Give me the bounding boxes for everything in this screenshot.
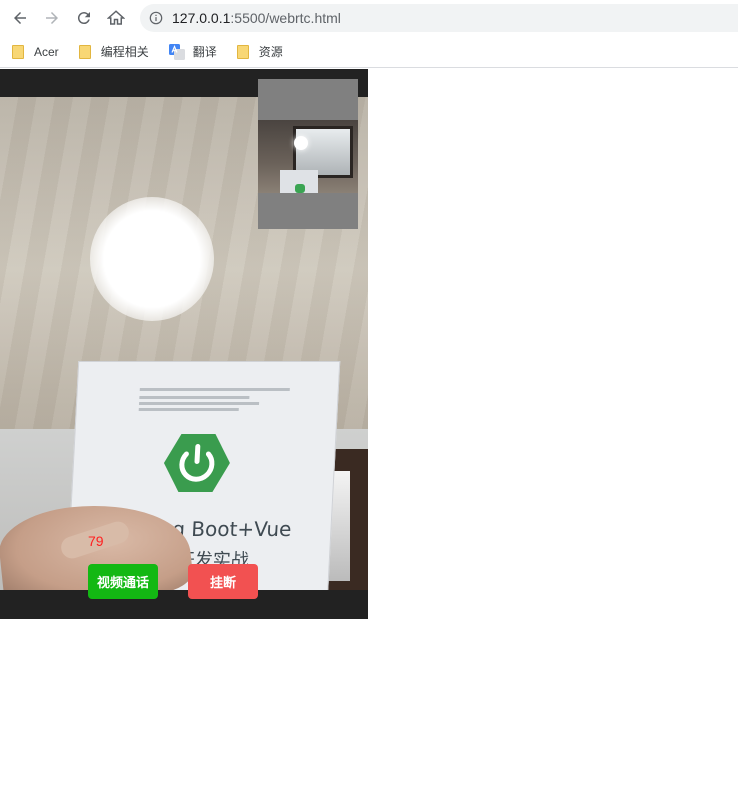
bookmark-programming[interactable]: 编程相关: [67, 38, 157, 66]
bookmark-label: Acer: [34, 44, 59, 59]
folder-icon: [78, 44, 91, 59]
local-camera-feed: [258, 120, 358, 193]
url-path: :5500/webrtc.html: [230, 10, 341, 26]
forward-arrow-icon[interactable]: [40, 6, 64, 30]
hangup-button[interactable]: 挂断: [188, 564, 258, 599]
spring-logo-icon: [163, 434, 230, 492]
home-icon[interactable]: [104, 6, 128, 30]
call-counter: 79: [88, 533, 104, 549]
bookmark-translate[interactable]: 翻译: [157, 38, 225, 66]
bookmarks-bar: Acer 编程相关 翻译 资源: [0, 36, 738, 68]
bookmark-label: 编程相关: [100, 45, 149, 59]
reload-icon[interactable]: [72, 6, 96, 30]
local-video-preview: [258, 79, 358, 229]
bookmark-resources[interactable]: 资源: [225, 38, 291, 66]
bookmark-acer[interactable]: Acer: [0, 38, 67, 66]
url-host: 127.0.0.1: [172, 10, 231, 26]
video-call-button[interactable]: 视频通话: [88, 564, 158, 599]
address-bar[interactable]: 127.0.0.1:5500/webrtc.html: [140, 4, 738, 32]
folder-icon: [12, 44, 24, 59]
info-icon[interactable]: [148, 10, 164, 26]
ceiling-lamp: [90, 197, 214, 321]
google-translate-icon: [168, 43, 185, 60]
bookmark-label: 资源: [258, 45, 283, 59]
back-arrow-icon[interactable]: [8, 6, 32, 30]
url-text[interactable]: 127.0.0.1:5500/webrtc.html: [172, 10, 341, 26]
bookmark-label: 翻译: [192, 45, 217, 59]
browser-toolbar: 127.0.0.1:5500/webrtc.html: [0, 0, 738, 36]
folder-icon: [236, 44, 249, 59]
